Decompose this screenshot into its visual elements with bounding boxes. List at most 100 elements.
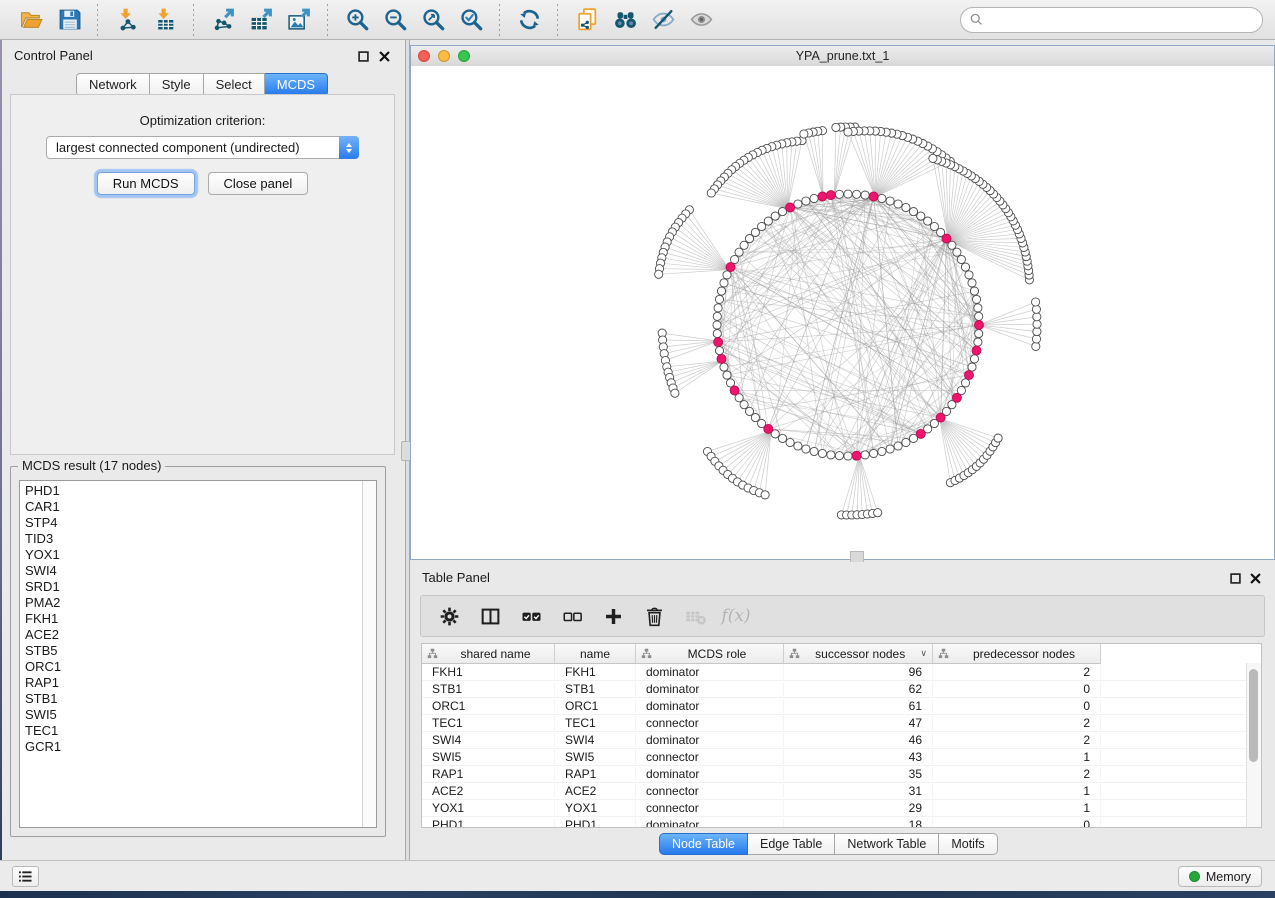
mcds-result-item[interactable]: CAR1 <box>25 499 362 515</box>
network-window-titlebar[interactable]: YPA_prune.txt_1 <box>411 46 1274 67</box>
import-table-button[interactable] <box>146 3 184 37</box>
tab-style[interactable]: Style <box>150 73 204 96</box>
tab-network-table[interactable]: Network Table <box>835 833 939 855</box>
cell: 43 <box>784 750 933 764</box>
main-toolbar-groups <box>12 3 720 37</box>
eye-button[interactable] <box>682 3 720 37</box>
eye-icon <box>689 7 714 32</box>
tab-edge-table[interactable]: Edge Table <box>748 833 835 855</box>
save-session-button[interactable] <box>50 3 88 37</box>
mcds-result-item[interactable]: SWI5 <box>25 707 362 723</box>
status-menu-button[interactable] <box>12 866 39 887</box>
tab-network[interactable]: Network <box>76 73 150 96</box>
table-row[interactable]: RAP1RAP1dominator352 <box>422 766 1261 783</box>
run-mcds-button[interactable]: Run MCDS <box>97 172 195 195</box>
table-row[interactable]: STB1STB1dominator620 <box>422 681 1261 698</box>
select-all-button[interactable] <box>515 599 547 633</box>
import-network-button[interactable] <box>108 3 146 37</box>
mcds-result-item[interactable]: GCR1 <box>25 739 362 755</box>
node-table-body: FKH1FKH1dominator962STB1STB1dominator620… <box>422 664 1261 828</box>
column-header-predecessor-nodes[interactable]: predecessor nodes <box>933 644 1101 663</box>
network-graph[interactable] <box>411 66 1274 559</box>
table-panel-title: Table Panel <box>422 570 490 585</box>
close-icon <box>1250 573 1261 584</box>
mcds-result-item[interactable]: ORC1 <box>25 659 362 675</box>
cell: RAP1 <box>422 767 555 781</box>
memory-button[interactable]: Memory <box>1178 866 1262 887</box>
mcds-result-item[interactable]: STB1 <box>25 691 362 707</box>
cell: SWI5 <box>422 750 555 764</box>
float-panel-button[interactable] <box>358 49 371 62</box>
mcds-result-item[interactable]: STB5 <box>25 643 362 659</box>
search-box[interactable] <box>960 7 1263 33</box>
table-row[interactable]: YOX1YOX1connector291 <box>422 800 1261 817</box>
cell: dominator <box>636 682 784 696</box>
mcds-result-item[interactable]: SRD1 <box>25 579 362 595</box>
clone-network-button[interactable] <box>568 3 606 37</box>
criterion-select[interactable]: largest connected component (undirected) <box>46 136 359 159</box>
close-table-panel-button[interactable] <box>1250 571 1263 584</box>
memory-label: Memory <box>1206 870 1251 884</box>
float-table-panel-button[interactable] <box>1230 571 1243 584</box>
table-scrollbar-thumb[interactable] <box>1249 669 1258 762</box>
mcds-result-item[interactable]: PHD1 <box>25 483 362 499</box>
mcds-result-item[interactable]: TID3 <box>25 531 362 547</box>
export-network-button[interactable] <box>204 3 242 37</box>
zoom-selected-icon <box>459 7 484 32</box>
mcds-result-item[interactable]: SWI4 <box>25 563 362 579</box>
binoculars-button[interactable] <box>606 3 644 37</box>
tab-node-table[interactable]: Node Table <box>659 833 748 855</box>
mcds-scrollbar[interactable] <box>362 481 376 827</box>
search-input[interactable] <box>989 11 1254 28</box>
mcds-result-item[interactable]: ACE2 <box>25 627 362 643</box>
close-control-panel-button[interactable] <box>379 49 392 62</box>
table-row[interactable]: SWI5SWI5connector431 <box>422 749 1261 766</box>
clone-network-icon <box>575 7 600 32</box>
tab-select[interactable]: Select <box>204 73 265 96</box>
table-row[interactable]: ACE2ACE2connector311 <box>422 783 1261 800</box>
refresh-button[interactable] <box>510 3 548 37</box>
cell: dominator <box>636 818 784 828</box>
mcds-result-item[interactable]: YOX1 <box>25 547 362 563</box>
toolbar-separator <box>327 4 329 36</box>
column-header-successor-nodes[interactable]: successor nodes∨ <box>784 644 933 663</box>
column-header-shared-name[interactable]: shared name <box>422 644 555 663</box>
deselect-all-button[interactable] <box>556 599 588 633</box>
table-toolbar-icons: f(x) <box>433 599 752 633</box>
tab-motifs[interactable]: Motifs <box>939 833 997 855</box>
table-toolbar: f(x) <box>420 595 1265 637</box>
table-row[interactable]: ORC1ORC1dominator610 <box>422 698 1261 715</box>
close-mcds-panel-button[interactable]: Close panel <box>208 172 309 195</box>
delete-column-button[interactable] <box>638 599 670 633</box>
table-row[interactable]: FKH1FKH1dominator962 <box>422 664 1261 681</box>
table-row[interactable]: SWI4SWI4dominator462 <box>422 732 1261 749</box>
control-panel-tabs: NetworkStyleSelectMCDS <box>76 73 328 94</box>
table-scrollbar[interactable] <box>1246 663 1261 827</box>
zoom-selected-button[interactable] <box>452 3 490 37</box>
mcds-result-item[interactable]: PMA2 <box>25 595 362 611</box>
column-header-mcds-role[interactable]: MCDS role <box>636 644 784 663</box>
mcds-result-item[interactable]: STP4 <box>25 515 362 531</box>
zoom-fit-button[interactable] <box>414 3 452 37</box>
table-row[interactable]: PHD1PHD1dominator180 <box>422 817 1261 828</box>
zoom-in-button[interactable] <box>338 3 376 37</box>
add-column-button[interactable] <box>597 599 629 633</box>
mcds-result-list[interactable]: PHD1CAR1STP4TID3YOX1SWI4SRD1PMA2FKH1ACE2… <box>19 480 377 828</box>
cell: dominator <box>636 767 784 781</box>
table-row[interactable]: TEC1TEC1connector472 <box>422 715 1261 732</box>
float-icon <box>358 51 369 62</box>
eye-slash-button[interactable] <box>644 3 682 37</box>
mcds-result-item[interactable]: TEC1 <box>25 723 362 739</box>
tab-mcds[interactable]: MCDS <box>265 73 328 96</box>
network-canvas[interactable] <box>411 66 1274 559</box>
column-header-name[interactable]: name <box>555 644 636 663</box>
mcds-result-item[interactable]: FKH1 <box>25 611 362 627</box>
split-columns-button[interactable] <box>474 599 506 633</box>
gear-button[interactable] <box>433 599 465 633</box>
export-image-button[interactable] <box>280 3 318 37</box>
cell: ORC1 <box>422 699 555 713</box>
open-file-button[interactable] <box>12 3 50 37</box>
export-table-button[interactable] <box>242 3 280 37</box>
zoom-out-button[interactable] <box>376 3 414 37</box>
mcds-result-item[interactable]: RAP1 <box>25 675 362 691</box>
